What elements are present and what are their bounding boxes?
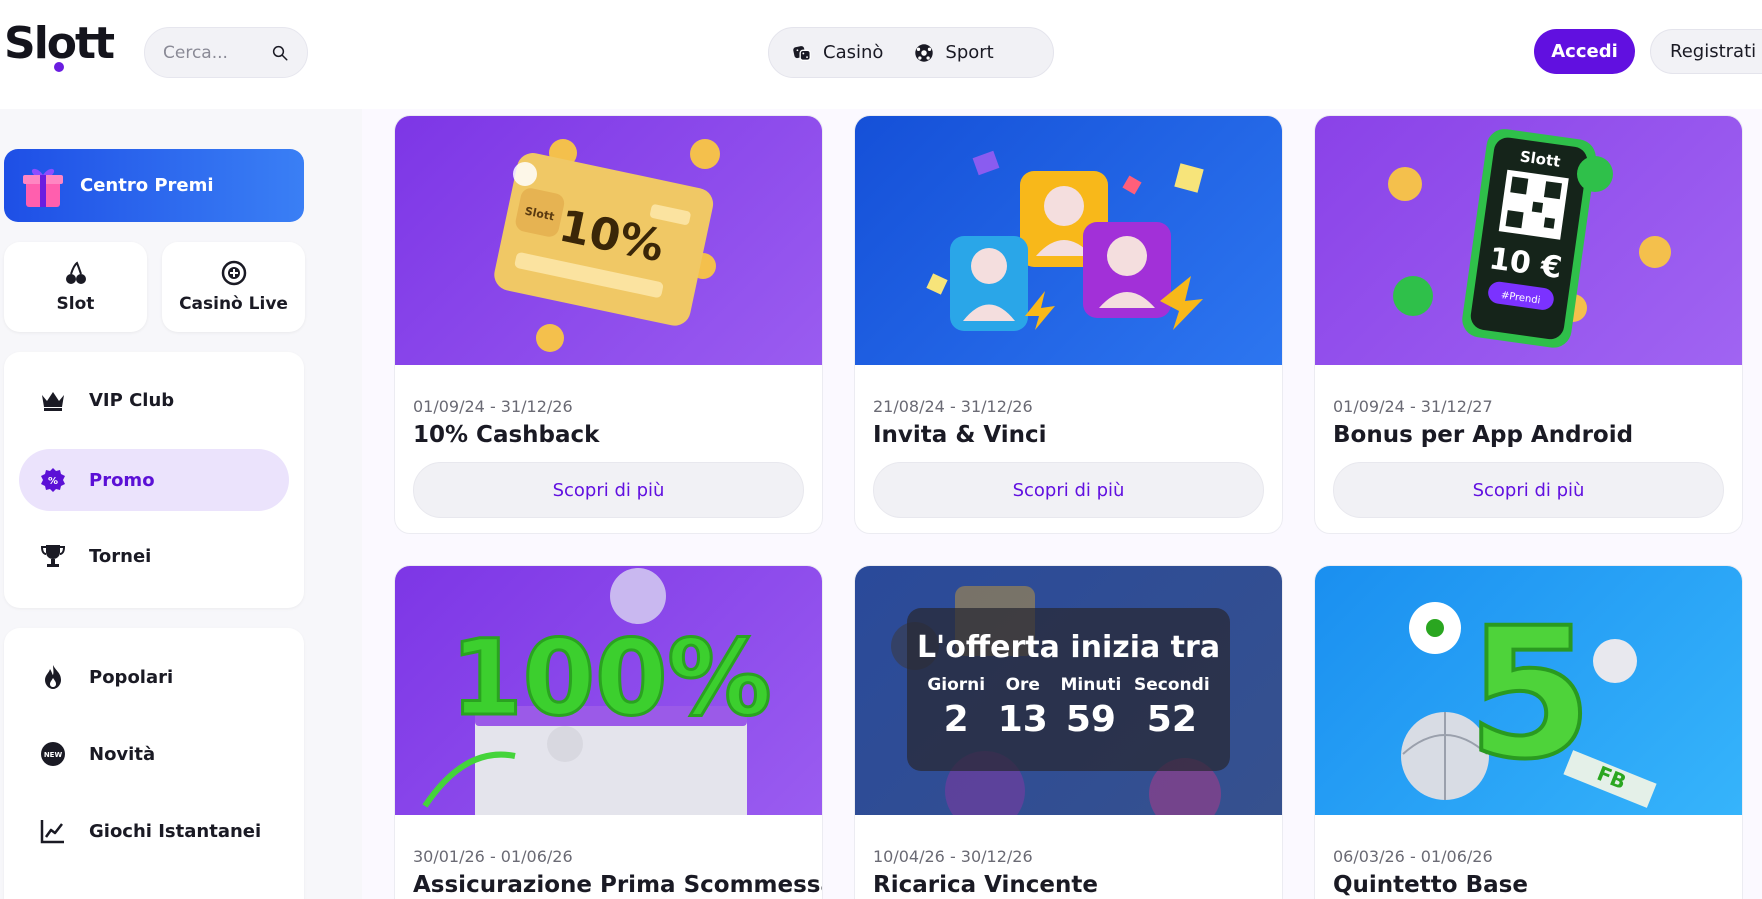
quick-casino-live-label: Casinò Live <box>179 294 288 314</box>
login-button[interactable]: Accedi <box>1534 29 1635 74</box>
product-switcher: Casinò Sport <box>768 27 1054 78</box>
countdown-label-minutes: Minuti <box>1060 675 1122 695</box>
promo-date: 06/03/26 - 01/06/26 <box>1333 847 1493 866</box>
search-icon[interactable] <box>271 44 289 62</box>
promo-image-cashback: Slott 10% <box>395 116 822 365</box>
promo-image-first-bet: 100% <box>395 566 822 815</box>
rewards-label: Centro Premi <box>80 175 214 196</box>
chart-line-icon <box>40 820 64 844</box>
sidebar-item-label: Popolari <box>89 666 174 688</box>
sidebar-item-label: Tornei <box>89 545 152 567</box>
chip-icon <box>221 260 246 286</box>
soccer-ball-icon <box>915 43 934 62</box>
sidebar-item-label: Promo <box>89 469 155 491</box>
countdown-timer: L'offerta inizia tra Giorni 2 Ore 13 Minut… <box>907 608 1230 771</box>
search-box[interactable] <box>144 27 308 78</box>
promo-card[interactable]: Slott 10% 01/09/24 - 31/12/26 10% Cashba… <box>394 115 823 534</box>
top-header: Slott Casinò Sport Accedi Registrati <box>0 0 1762 109</box>
promo-image-reload: L'offerta inizia tra Giorni 2 Ore 13 Minut… <box>855 566 1282 815</box>
promo-badge-icon: % <box>41 468 65 492</box>
promo-date: 10/04/26 - 30/12/26 <box>873 847 1033 866</box>
menu-group-main: VIP Club % Promo Tornei <box>4 352 304 608</box>
promo-title: Bonus per App Android <box>1333 422 1634 448</box>
discover-more-button[interactable]: Scopri di più <box>1333 462 1724 518</box>
sidebar-item-tornei[interactable]: Tornei <box>19 525 289 587</box>
sidebar-item-label: VIP Club <box>89 389 175 411</box>
logo-dot <box>54 62 64 72</box>
menu-group-games: Popolari NEW Novità Giochi Istantanei <box>4 628 304 899</box>
rewards-center-button[interactable]: Centro Premi <box>4 149 304 222</box>
promo-title: 10% Cashback <box>413 422 600 448</box>
promo-card[interactable]: 5 FB 06/03/26 - 01/06/26 Quintetto Base <box>1314 565 1743 899</box>
discover-more-button[interactable]: Scopri di più <box>873 462 1264 518</box>
countdown-seconds: 52 <box>1146 699 1197 740</box>
sidebar-item-vip-club[interactable]: VIP Club <box>19 369 289 431</box>
register-button[interactable]: Registrati <box>1650 29 1762 74</box>
svg-text:NEW: NEW <box>44 751 63 759</box>
promo-card[interactable]: L'offerta inizia tra Giorni 2 Ore 13 Minut… <box>854 565 1283 899</box>
promo-title: Invita & Vinci <box>873 422 1047 448</box>
trophy-icon <box>40 545 66 567</box>
countdown-minutes: 59 <box>1065 699 1116 740</box>
promo-date: 01/09/24 - 31/12/26 <box>413 397 573 416</box>
promo-title: Quintetto Base <box>1333 872 1528 898</box>
svg-text:%: % <box>48 476 58 487</box>
sidebar-item-label: Novità <box>89 743 156 765</box>
promo-date: 21/08/24 - 31/12/26 <box>873 397 1033 416</box>
crown-icon <box>42 392 64 411</box>
promo-date: 01/09/24 - 31/12/27 <box>1333 397 1493 416</box>
first-bet-badge: 100% <box>450 617 771 739</box>
promo-card[interactable]: Slott 10 € #Prendi 01/09/24 - 31/12/27 B… <box>1314 115 1743 534</box>
countdown-hours: 13 <box>997 699 1048 740</box>
sidebar-item-popolari[interactable]: Popolari <box>19 646 289 708</box>
countdown-title: L'offerta inizia tra <box>916 630 1221 665</box>
sidebar-item-giochi-istantanei[interactable]: Giochi Istantanei <box>19 800 289 862</box>
promo-card[interactable]: 21/08/24 - 31/12/26 Invita & Vinci Scopr… <box>854 115 1283 534</box>
flame-icon <box>45 665 61 689</box>
promo-image-android: Slott 10 € #Prendi <box>1315 116 1742 365</box>
nav-casino-label: Casinò <box>823 42 884 63</box>
dice-icon <box>793 45 811 61</box>
new-badge-icon: NEW <box>41 742 65 766</box>
promo-title: Assicurazione Prima Scommessa <box>413 872 823 898</box>
sidebar-item-label: Giochi Istantanei <box>89 820 262 842</box>
promo-image-invite <box>855 116 1282 365</box>
promo-date: 30/01/26 - 01/06/26 <box>413 847 573 866</box>
nav-sport[interactable]: Sport <box>913 42 994 64</box>
sidebar: Centro Premi Slot Casinò Live VIP Club %… <box>0 109 362 899</box>
search-input[interactable] <box>163 42 267 63</box>
sidebar-item-novita[interactable]: NEW Novità <box>19 723 289 785</box>
cherries-icon <box>65 261 86 284</box>
countdown-label-seconds: Secondi <box>1134 675 1210 695</box>
nav-casino[interactable]: Casinò <box>791 42 883 64</box>
nav-sport-label: Sport <box>945 42 994 63</box>
quick-slot-label: Slot <box>56 294 95 314</box>
discover-more-button[interactable]: Scopri di più <box>413 462 804 518</box>
countdown-label-days: Giorni <box>927 675 986 695</box>
sidebar-item-promo[interactable]: % Promo <box>19 449 289 511</box>
countdown-days: 2 <box>943 699 969 740</box>
countdown-label-hours: Ore <box>1005 675 1040 695</box>
promo-title: Ricarica Vincente <box>873 872 1098 898</box>
quick-slot[interactable]: Slot <box>4 242 147 332</box>
promo-card[interactable]: 100% 30/01/26 - 01/06/26 Assicurazione P… <box>394 565 823 899</box>
gift-icon <box>23 168 63 207</box>
quick-casino-live[interactable]: Casinò Live <box>162 242 305 332</box>
promo-image-quintetto: 5 FB <box>1315 566 1742 815</box>
